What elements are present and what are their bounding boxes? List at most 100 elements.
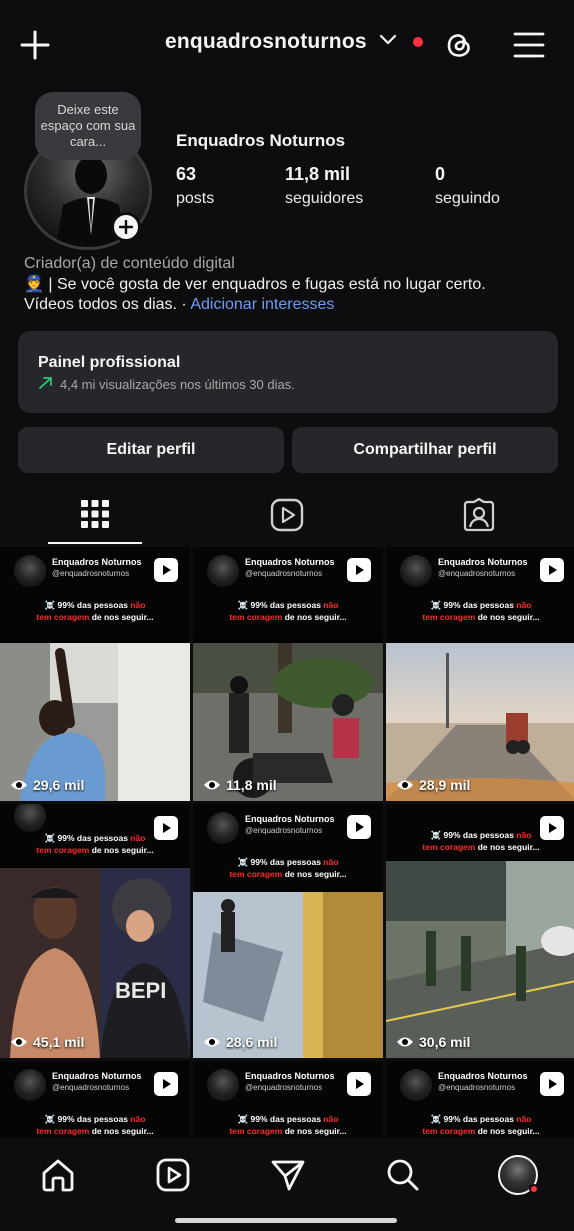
add-interests-link[interactable]: Adicionar interesses xyxy=(190,296,334,313)
caption-rest: de nos seguir... xyxy=(89,845,154,855)
share-profile-button[interactable]: Compartilhar perfil xyxy=(292,427,558,473)
post-tile[interactable]: Enquadros Noturnos @enquadrosnoturnos ☠️… xyxy=(193,1061,383,1141)
caption-red1: não xyxy=(130,833,146,843)
followers-count[interactable]: 11,8 mil seguidores xyxy=(285,164,363,208)
caption-red2: tem coragem xyxy=(422,1126,476,1136)
caption-rest: de nos seguir... xyxy=(282,612,347,622)
username: enquadrosnoturnos xyxy=(165,30,367,53)
youtube-play-icon xyxy=(347,815,371,839)
post-channel-handle: @enquadrosnoturnos xyxy=(438,569,516,578)
caption-line1: ☠️ 99% das pessoas xyxy=(44,833,131,843)
eye-icon xyxy=(11,1037,27,1047)
youtube-play-icon xyxy=(347,558,371,582)
post-channel-handle: @enquadrosnoturnos xyxy=(245,826,323,835)
post-caption: ☠️ 99% das pessoas não tem coragem de nos… xyxy=(386,1113,574,1137)
caption-rest: de nos seguir... xyxy=(475,1126,540,1136)
posts-value: 63 xyxy=(176,164,197,184)
post-overlay: ☠️ 99% das pessoas não tem coragem de nos… xyxy=(0,804,190,866)
caption-red2: tem coragem xyxy=(36,1126,90,1136)
create-plus-icon[interactable] xyxy=(16,26,54,64)
post-thumbnail xyxy=(386,861,574,1058)
tab-grid[interactable] xyxy=(48,486,142,544)
view-count: 28,9 mil xyxy=(396,777,470,793)
view-count: 28,6 mil xyxy=(203,1034,277,1050)
caption-line1: ☠️ 99% das pessoas xyxy=(44,600,131,610)
caption-line1: ☠️ 99% das pessoas xyxy=(44,1114,131,1124)
edit-profile-button[interactable]: Editar perfil xyxy=(18,427,284,473)
professional-dashboard[interactable]: Painel profissional 4,4 mi visualizações… xyxy=(18,331,558,413)
tab-tagged[interactable] xyxy=(432,486,526,544)
threads-icon[interactable] xyxy=(440,26,478,64)
caption-red1: não xyxy=(323,857,339,867)
post-channel-handle: @enquadrosnoturnos xyxy=(245,569,323,578)
caption-red2: tem coragem xyxy=(422,612,476,622)
post-avatar xyxy=(14,555,46,587)
display-name: Enquadros Noturnos xyxy=(176,131,346,150)
post-avatar xyxy=(207,1069,239,1101)
content-tabs xyxy=(0,486,574,544)
tab-reels[interactable] xyxy=(240,486,334,544)
youtube-play-icon xyxy=(540,1072,564,1096)
add-story-plus-icon[interactable] xyxy=(111,212,141,242)
post-tile[interactable]: Enquadros Noturnos @enquadrosnoturnos ☠️… xyxy=(193,547,383,801)
caption-rest: de nos seguir... xyxy=(282,1126,347,1136)
post-tile[interactable]: Enquadros Noturnos @enquadrosnoturnos ☠️… xyxy=(386,547,574,801)
following-value: 0 xyxy=(435,164,446,184)
search-icon xyxy=(387,1159,419,1191)
post-channel-handle: @enquadrosnoturnos xyxy=(52,569,130,578)
grid-icon xyxy=(81,500,109,528)
post-overlay: Enquadros Noturnos @enquadrosnoturnos ☠️… xyxy=(193,804,383,890)
following-count[interactable]: 0 seguindo xyxy=(435,164,500,208)
post-tile[interactable]: ☠️ 99% das pessoas não tem coragem de nos… xyxy=(0,804,190,1058)
post-channel-name: Enquadros Noturnos xyxy=(52,1071,142,1081)
notification-dot xyxy=(529,1184,539,1194)
nav-profile[interactable] xyxy=(493,1152,543,1198)
note-bubble[interactable]: Deixe este espaço com sua cara... xyxy=(35,92,141,160)
caption-red2: tem coragem xyxy=(422,842,476,852)
nav-home[interactable] xyxy=(33,1152,83,1198)
caption-red2: tem coragem xyxy=(36,845,90,855)
view-count-value: 30,6 mil xyxy=(419,1034,471,1050)
post-tile[interactable]: Enquadros Noturnos @enquadrosnoturnos ☠️… xyxy=(0,1061,190,1141)
nav-reels[interactable] xyxy=(148,1152,198,1198)
caption-line1: ☠️ 99% das pessoas xyxy=(237,1114,324,1124)
account-switcher[interactable]: enquadrosnoturnos xyxy=(165,30,423,54)
post-channel-name: Enquadros Noturnos xyxy=(438,557,528,567)
tagged-icon xyxy=(463,498,495,532)
chevron-down-icon xyxy=(379,33,397,51)
post-avatar xyxy=(400,555,432,587)
home-indicator[interactable] xyxy=(175,1218,397,1223)
caption-red1: não xyxy=(130,1114,146,1124)
post-overlay: Enquadros Noturnos @enquadrosnoturnos ☠️… xyxy=(386,547,574,639)
view-count-value: 45,1 mil xyxy=(33,1034,85,1050)
post-overlay: Enquadros Noturnos @enquadrosnoturnos ☠️… xyxy=(193,547,383,639)
post-avatar xyxy=(14,804,46,832)
nav-messages[interactable] xyxy=(263,1152,313,1198)
post-tile[interactable]: Enquadros Noturnos @enquadrosnoturnos ☠️… xyxy=(193,804,383,1058)
post-caption: ☠️ 99% das pessoas não tem coragem de nos… xyxy=(0,832,190,856)
nav-search[interactable] xyxy=(378,1152,428,1198)
youtube-play-icon xyxy=(540,558,564,582)
hamburger-menu-icon[interactable] xyxy=(510,26,548,64)
post-caption: ☠️ 99% das pessoas não tem coragem de nos… xyxy=(193,599,383,623)
post-tile[interactable]: ☠️ 99% das pessoas não tem coragem de nos… xyxy=(386,804,574,1058)
caption-line1: ☠️ 99% das pessoas xyxy=(430,1114,517,1124)
post-tile[interactable]: Enquadros Noturnos @enquadrosnoturnos ☠️… xyxy=(0,547,190,801)
top-bar: enquadrosnoturnos xyxy=(0,0,574,90)
eye-icon xyxy=(11,780,27,790)
eye-icon xyxy=(204,780,220,790)
posts-count[interactable]: 63 posts xyxy=(176,164,214,208)
post-overlay: ☠️ 99% das pessoas não tem coragem de nos… xyxy=(386,804,574,860)
caption-line1: ☠️ 99% das pessoas xyxy=(430,600,517,610)
view-count-value: 11,8 mil xyxy=(226,777,277,793)
caption-red1: não xyxy=(130,600,146,610)
caption-red2: tem coragem xyxy=(229,1126,283,1136)
post-caption: ☠️ 99% das pessoas não tem coragem de nos… xyxy=(0,599,190,623)
following-label: seguindo xyxy=(435,190,500,207)
view-count-value: 28,9 mil xyxy=(419,777,471,793)
post-avatar xyxy=(207,812,239,844)
post-tile[interactable]: Enquadros Noturnos @enquadrosnoturnos ☠️… xyxy=(386,1061,574,1141)
caption-red1: não xyxy=(516,830,532,840)
reels-icon xyxy=(156,1158,190,1192)
caption-line1: ☠️ 99% das pessoas xyxy=(237,857,324,867)
